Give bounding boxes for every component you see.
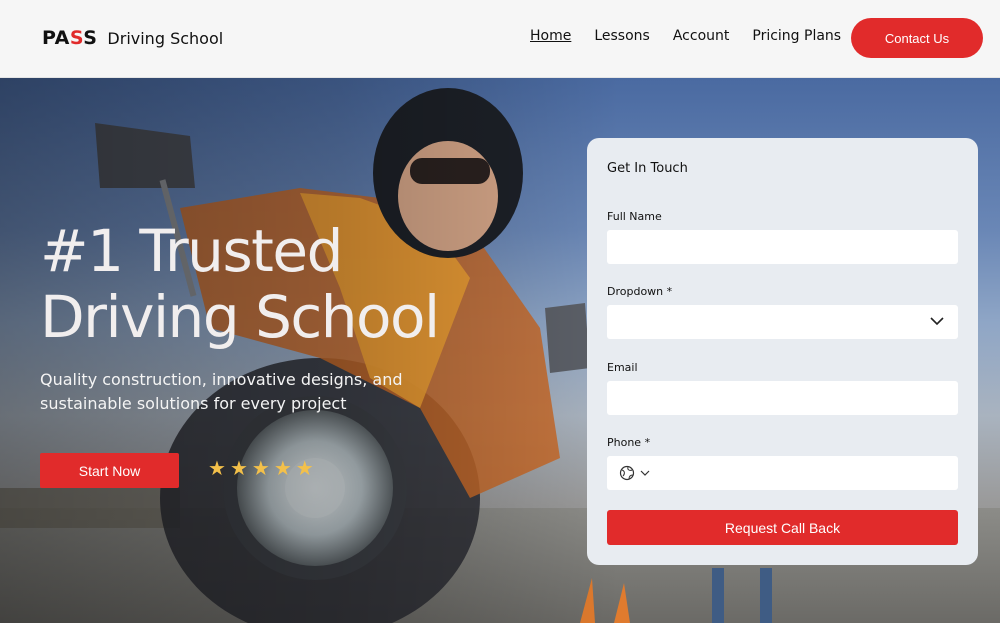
email-label: Email	[607, 361, 638, 374]
contact-form-card: Get In Touch Full Name Dropdown * Email …	[587, 138, 978, 565]
start-now-button[interactable]: Start Now	[40, 453, 179, 488]
full-name-label: Full Name	[607, 210, 662, 223]
nav-item-home[interactable]: Home	[530, 28, 571, 44]
chevron-down-icon	[930, 317, 944, 326]
nav-item-account[interactable]: Account	[673, 28, 730, 44]
site-header: PASS Driving School Home Lessons Account…	[0, 0, 1000, 78]
main-nav: Home Lessons Account Pricing Plans	[530, 28, 864, 44]
logo-mark: PASS	[42, 27, 98, 49]
dropdown-label: Dropdown *	[607, 285, 673, 298]
hero-title: #1 Trusted Driving School	[40, 218, 560, 350]
star-icon: ★	[295, 458, 314, 480]
star-icon: ★	[229, 458, 248, 480]
star-icon: ★	[251, 458, 270, 480]
logo[interactable]: PASS Driving School	[42, 27, 223, 49]
globe-icon[interactable]	[619, 465, 635, 481]
hero-title-line2: Driving School	[40, 283, 440, 351]
dropdown-select[interactable]	[607, 305, 958, 339]
email-input[interactable]	[607, 381, 958, 415]
contact-us-button[interactable]: Contact Us	[851, 18, 983, 58]
request-call-back-button[interactable]: Request Call Back	[607, 510, 958, 545]
star-icon: ★	[273, 458, 292, 480]
star-icon: ★	[208, 458, 226, 480]
full-name-input[interactable]	[607, 230, 958, 264]
phone-field[interactable]	[607, 456, 958, 490]
hero-subtitle: Quality construction, innovative designs…	[40, 370, 403, 413]
logo-text: Driving School	[107, 29, 224, 48]
rating-stars: ★ ★ ★ ★ ★	[208, 459, 314, 479]
phone-label: Phone *	[607, 436, 651, 449]
nav-item-pricing-plans[interactable]: Pricing Plans	[752, 28, 841, 44]
form-title: Get In Touch	[607, 161, 688, 176]
nav-item-lessons[interactable]: Lessons	[594, 28, 650, 44]
chevron-down-icon[interactable]	[640, 469, 650, 477]
hero-title-line1: #1 Trusted	[40, 217, 343, 285]
